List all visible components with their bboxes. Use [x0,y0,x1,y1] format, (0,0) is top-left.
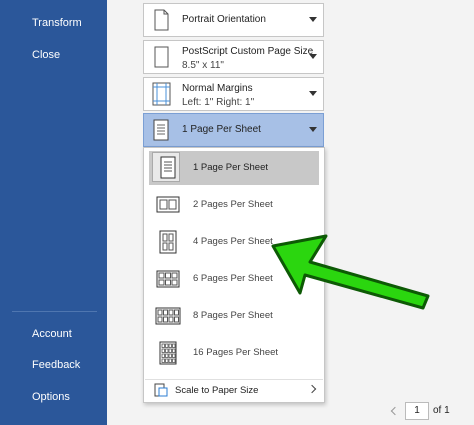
sidebar-item-close[interactable]: Close [0,42,107,68]
menu-item-6-pages[interactable]: 6 Pages Per Sheet [149,262,319,296]
chevron-down-icon [309,17,317,22]
pages-per-sheet-dropdown[interactable]: 1 Page Per Sheet [143,113,324,147]
one-page-icon [160,156,176,179]
chevron-down-icon [309,127,317,132]
one-page-icon [153,119,169,141]
two-pages-icon [156,196,180,213]
eight-pages-icon [155,307,181,325]
scale-to-paper-size[interactable]: Scale to Paper Size [145,379,323,402]
menu-item-label: 2 Pages Per Sheet [193,199,273,210]
paper-size-detail: 8.5" x 11" [182,60,224,71]
menu-item-label: 4 Pages Per Sheet [193,236,273,247]
menu-item-label: 8 Pages Per Sheet [193,310,273,321]
six-pages-icon [156,270,180,288]
current-page-input[interactable]: 1 [405,402,429,420]
margins-icon [152,82,171,106]
scale-label: Scale to Paper Size [175,385,259,396]
portrait-page-icon [154,9,169,31]
orientation-label: Portrait Orientation [182,14,266,25]
menu-item-label: 1 Page Per Sheet [193,162,268,173]
menu-item-16-pages[interactable]: 16 Pages Per Sheet [149,336,319,370]
menu-item-1-page[interactable]: 1 Page Per Sheet [149,151,319,185]
pages-per-sheet-label: 1 Page Per Sheet [182,124,261,135]
pages-per-sheet-menu: 1 Page Per Sheet 2 Pages Per Sheet 4 Pag… [143,147,325,403]
sixteen-pages-icon [159,341,177,365]
menu-item-label: 6 Pages Per Sheet [193,273,273,284]
sidebar-item-feedback[interactable]: Feedback [0,352,107,378]
sidebar-item-account[interactable]: Account [0,321,107,347]
margins-detail: Left: 1" Right: 1" [182,97,255,108]
page-total: of 1 [433,405,450,416]
menu-item-8-pages[interactable]: 8 Pages Per Sheet [149,299,319,333]
sidebar-item-transform[interactable]: Transform [0,10,107,36]
chevron-down-icon [309,54,317,59]
paper-size-label: PostScript Custom Page Size [182,46,314,57]
four-pages-icon [159,230,177,254]
menu-item-2-pages[interactable]: 2 Pages Per Sheet [149,188,319,222]
chevron-down-icon [309,91,317,96]
orientation-dropdown[interactable]: Portrait Orientation [143,3,324,37]
paper-size-dropdown[interactable]: PostScript Custom Page Size 8.5" x 11" [143,40,324,74]
menu-item-4-pages[interactable]: 4 Pages Per Sheet [149,225,319,259]
sidebar-divider [12,311,97,312]
scale-page-icon [154,383,168,397]
chevron-right-icon [307,384,317,394]
backstage-sidebar: Transform Close Account Feedback Options [0,0,107,425]
margins-label: Normal Margins [182,83,253,94]
sidebar-item-options[interactable]: Options [0,384,107,410]
paper-size-icon [154,46,169,68]
margins-dropdown[interactable]: Normal Margins Left: 1" Right: 1" [143,77,324,111]
menu-item-label: 16 Pages Per Sheet [193,347,279,358]
